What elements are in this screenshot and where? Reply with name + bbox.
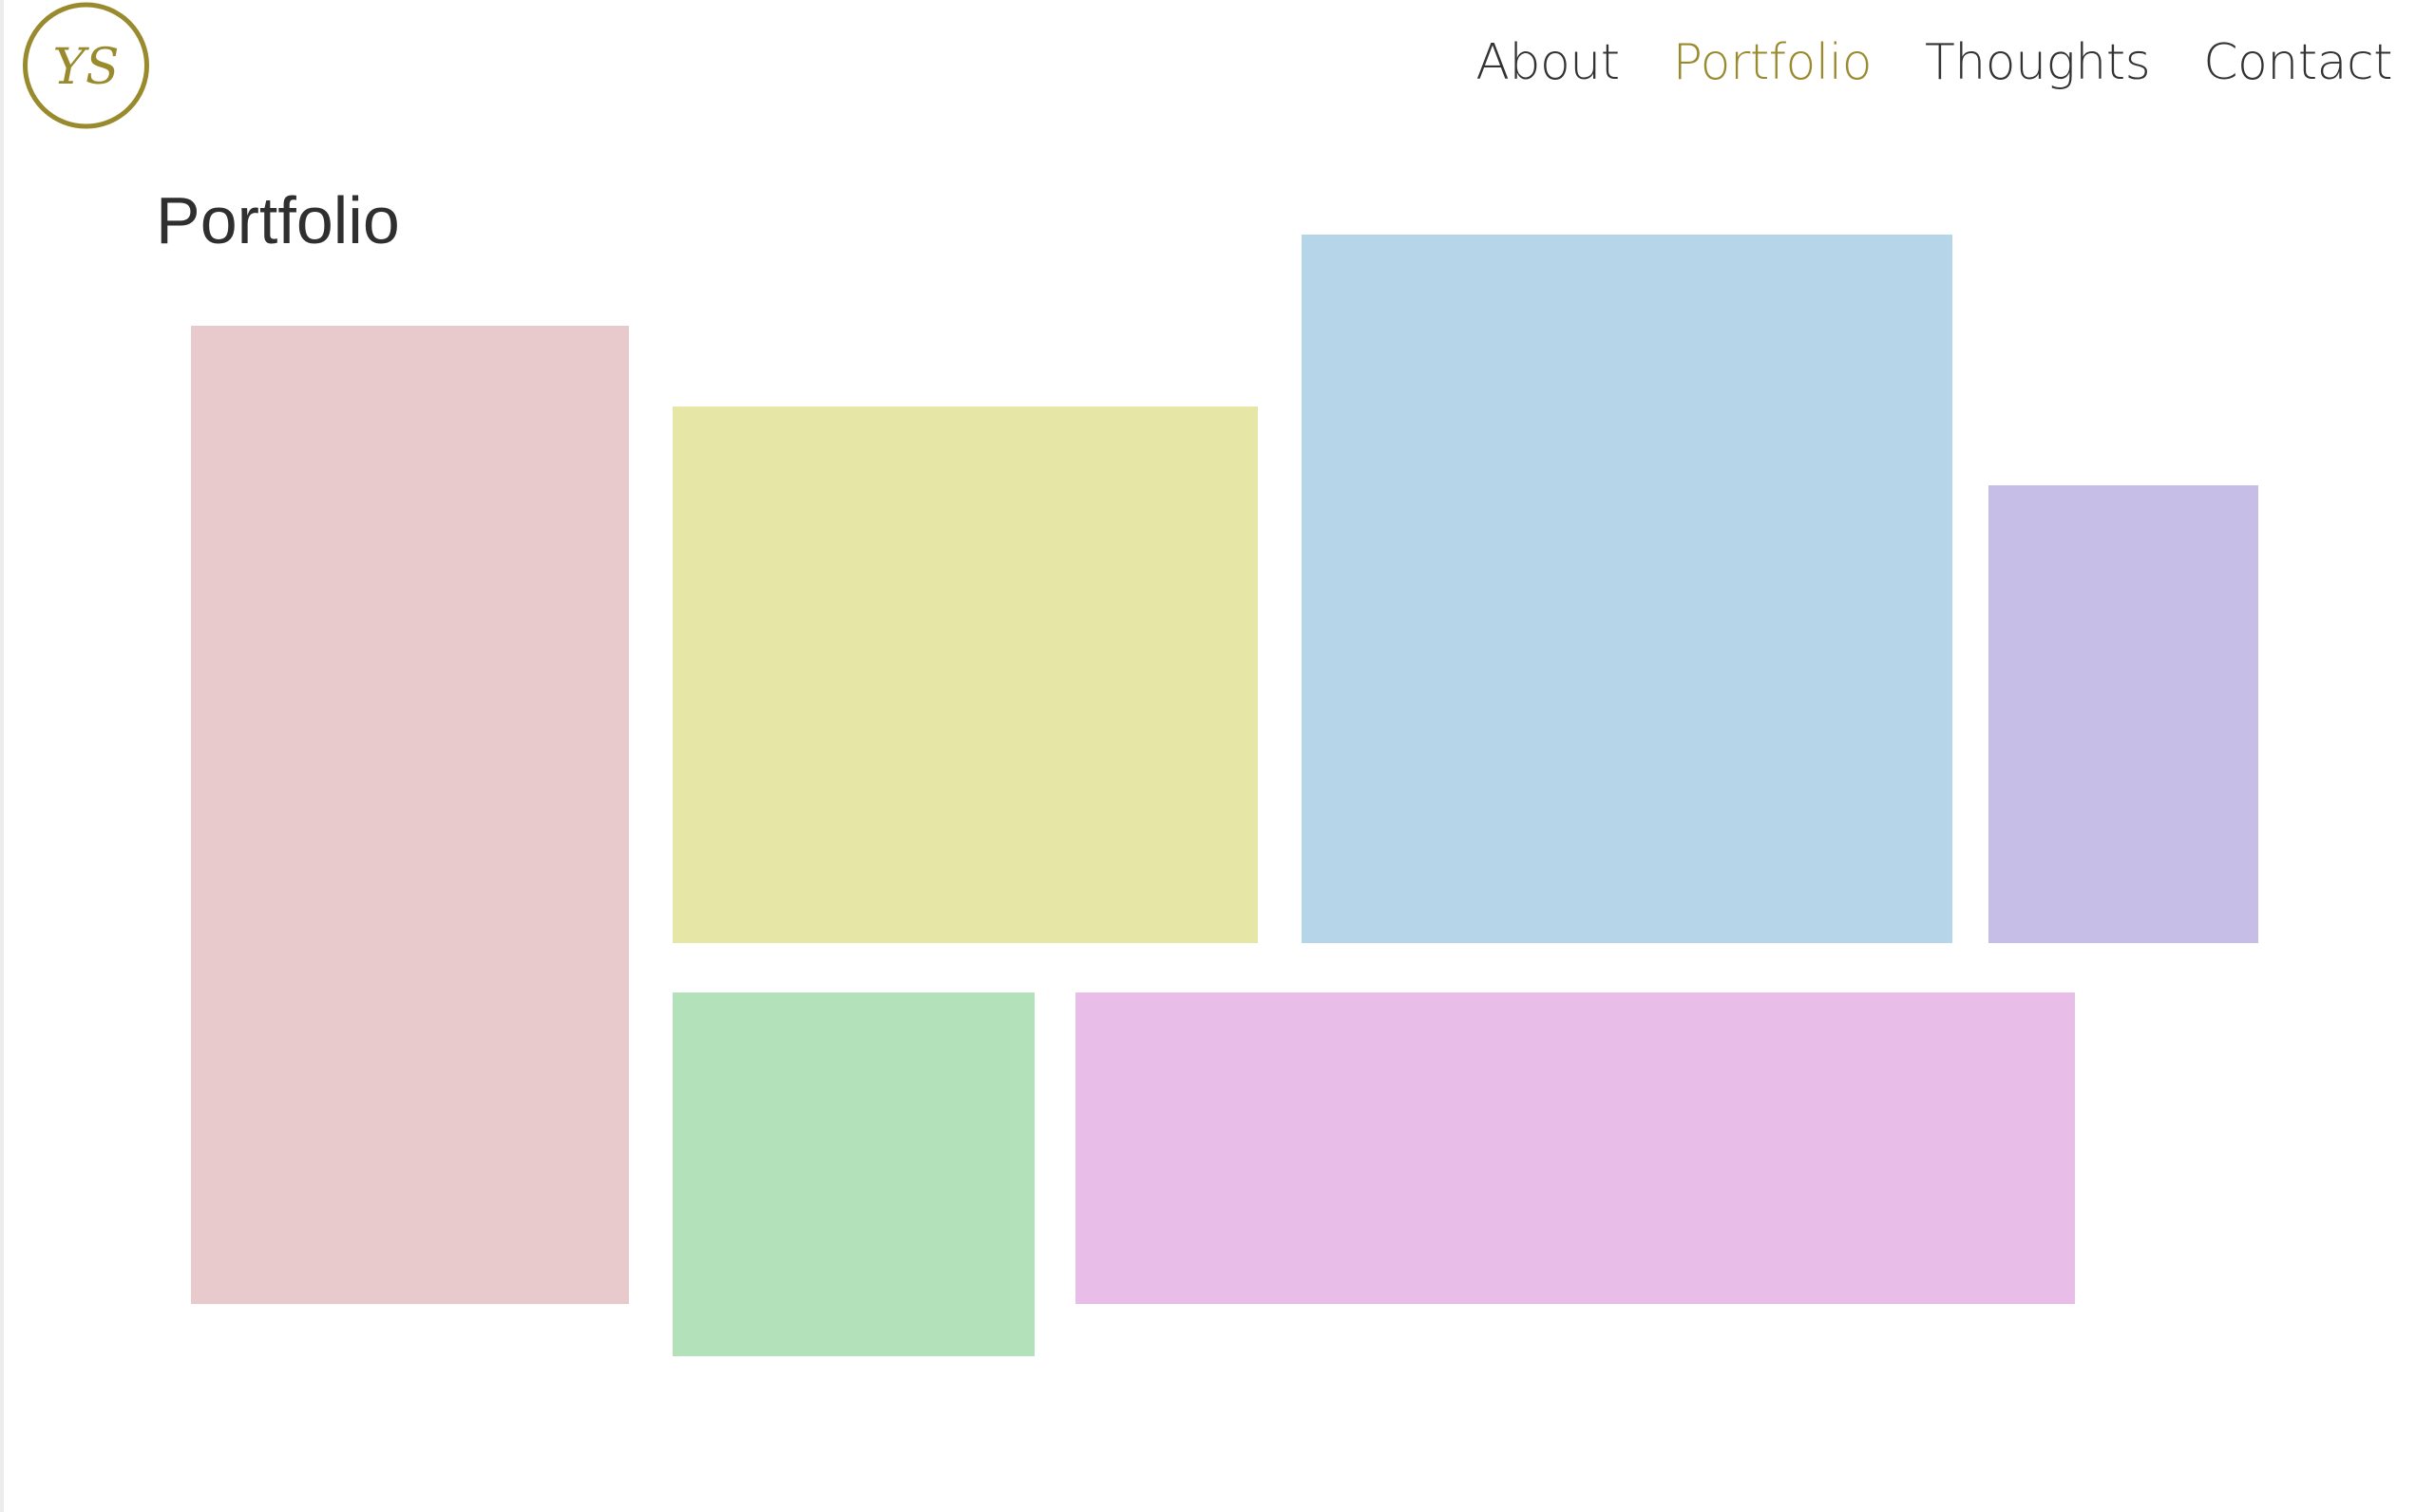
page-left-edge xyxy=(0,0,4,1512)
portfolio-tile-1[interactable] xyxy=(191,326,629,1304)
logo-monogram: YS xyxy=(53,39,120,96)
portfolio-tile-4[interactable] xyxy=(1988,485,2258,943)
portfolio-tile-5[interactable] xyxy=(673,992,1035,1356)
portfolio-tile-3[interactable] xyxy=(1302,235,1952,943)
nav-contact[interactable]: Contact xyxy=(2203,34,2392,91)
portfolio-tile-2[interactable] xyxy=(673,406,1258,943)
main-nav: About Portfolio Thoughts Contact xyxy=(1475,34,2392,91)
nav-portfolio[interactable]: Portfolio xyxy=(1673,34,1873,91)
page-title: Portfolio xyxy=(156,183,400,257)
logo[interactable]: YS xyxy=(20,2,152,129)
nav-thoughts[interactable]: Thoughts xyxy=(1925,34,2151,91)
portfolio-tile-6[interactable] xyxy=(1075,992,2075,1304)
nav-about[interactable]: About xyxy=(1475,34,1620,91)
